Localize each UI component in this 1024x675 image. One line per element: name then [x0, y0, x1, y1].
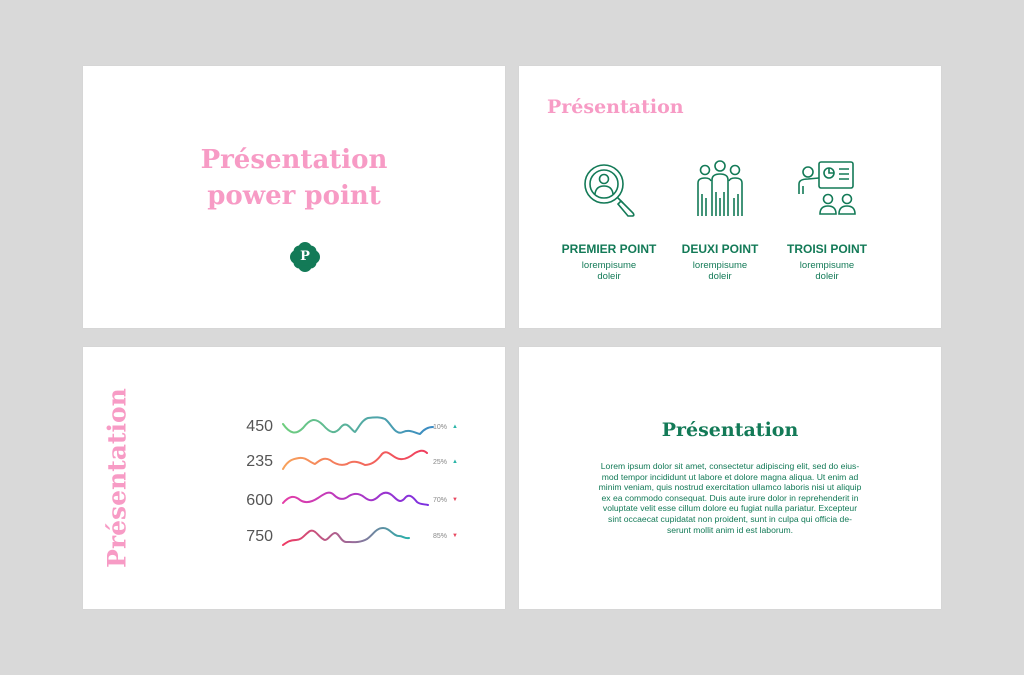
feature-title: DEUXI POINT [681, 242, 759, 256]
feature-desc-line-2: doleir [708, 271, 732, 282]
row-value: 235 [246, 453, 273, 470]
arrow-down-icon: ▼ [452, 533, 458, 539]
sparkline-1 [282, 416, 434, 435]
slide-features[interactable]: Présentation PREMIER POINT lorempisume d… [519, 66, 941, 328]
slide-title[interactable]: Présentation power point P [83, 66, 505, 328]
feature-desc-line-1: lorempisume [799, 260, 855, 271]
row-percent: 70% [433, 497, 448, 504]
feature-1: PREMIER POINT lorempisume doleir [554, 158, 664, 282]
feature-desc-line-1: lorempisume [581, 260, 637, 271]
feature-title: TROISI POINT [786, 242, 867, 256]
logo-badge: P [288, 240, 322, 274]
sparkline-3 [282, 491, 429, 506]
badge-letter: P [300, 249, 310, 264]
slide-text[interactable]: Présentation Lorem ipsum dolor sit amet,… [519, 347, 941, 609]
feature-3: TROISI POINT lorempisume doleir [772, 158, 882, 282]
body-line: voluptate velit esse cillum dolore eu fu… [602, 503, 858, 514]
row-value: 750 [246, 528, 273, 545]
body-line: ex ea commodo consequat. Duis aute irure… [601, 492, 859, 503]
feature-2: DEUXI POINT lorempisume doleir [665, 158, 775, 282]
body-line: serunt mollit anim id est laborum. [666, 524, 794, 535]
body-line: mod tempor incididunt ut labore et dolor… [601, 471, 859, 482]
sparkline-2 [282, 449, 428, 470]
feature-desc-line-1: lorempisume [692, 260, 748, 271]
row-value: 600 [246, 492, 273, 509]
body-line: sint occaecat cupidatat non proident, su… [608, 513, 852, 524]
feature-title: PREMIER POINT [561, 242, 657, 256]
slide-title: Présentation [661, 419, 799, 441]
row-percent: 25% [433, 459, 448, 466]
arrow-down-icon: ▼ [452, 497, 458, 503]
sparkline-chart [282, 416, 434, 546]
arrow-up-icon: ▲ [452, 459, 458, 465]
body-line: Lorem ipsum dolor sit amet, consectetur … [600, 461, 860, 471]
feature-desc-line-2: doleir [815, 271, 839, 282]
feature-desc-line-2: doleir [597, 271, 621, 282]
slide-stats[interactable]: Présentation 450 10% ▲ 235 25% ▲ 600 70%… [83, 347, 505, 609]
slide-title: Présentation [547, 96, 684, 118]
team-icon [697, 160, 743, 216]
search-person-icon [584, 164, 635, 217]
body-line: minim veniam, quis nostrud exercitation … [598, 482, 862, 493]
body-text: Lorem ipsum dolor sit amet, consectetur … [565, 461, 895, 535]
sparkline-4 [282, 527, 410, 546]
row-percent: 85% [433, 533, 448, 540]
title-line-2: power point [207, 181, 381, 211]
arrow-up-icon: ▲ [452, 424, 458, 430]
title-line-1: Présentation [200, 145, 388, 175]
presentation-icon [798, 161, 856, 215]
row-percent: 10% [433, 424, 448, 431]
row-value: 450 [246, 418, 273, 435]
